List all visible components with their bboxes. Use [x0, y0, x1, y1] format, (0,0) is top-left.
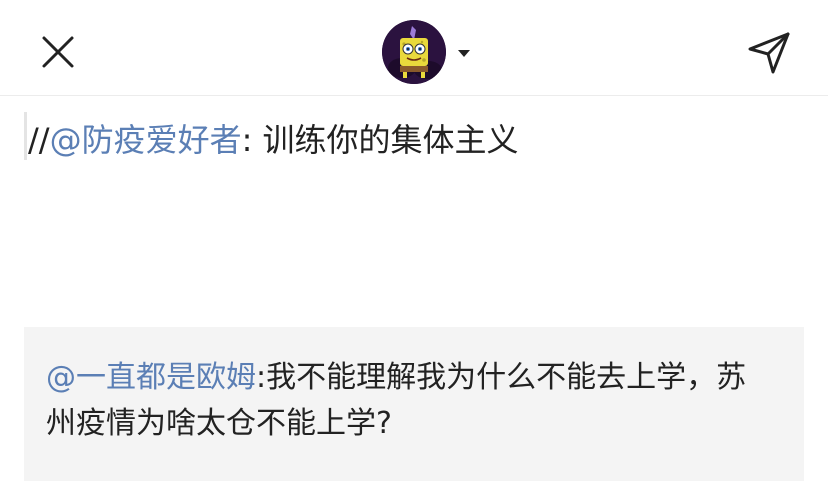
avatar: [382, 20, 446, 84]
text-cursor: [24, 112, 27, 160]
compose-text: //@防疫爱好者: 训练你的集体主义: [28, 118, 519, 162]
compose-body: : 训练你的集体主义: [241, 121, 519, 159]
close-button[interactable]: [36, 30, 80, 74]
repost-compose-screen: //@防疫爱好者: 训练你的集体主义 @一直都是欧姆:我不能理解我为什么不能去上…: [0, 0, 828, 481]
close-icon: [42, 36, 74, 68]
account-switcher[interactable]: [382, 20, 470, 84]
compose-input[interactable]: //@防疫爱好者: 训练你的集体主义: [24, 112, 804, 172]
quoted-text: @一直都是欧姆:我不能理解我为什么不能去上学，苏州疫情为啥太仓不能上学?: [46, 355, 766, 447]
send-icon: [748, 32, 790, 74]
send-button[interactable]: [744, 28, 794, 78]
quoted-mention-link[interactable]: @一直都是欧姆: [46, 360, 256, 395]
mention-link[interactable]: @防疫爱好者: [50, 121, 242, 159]
top-bar: [0, 0, 828, 96]
quoted-post[interactable]: @一直都是欧姆:我不能理解我为什么不能去上学，苏州疫情为啥太仓不能上学?: [24, 327, 804, 481]
chevron-down-icon: [458, 49, 470, 57]
compose-prefix: //: [28, 121, 50, 159]
